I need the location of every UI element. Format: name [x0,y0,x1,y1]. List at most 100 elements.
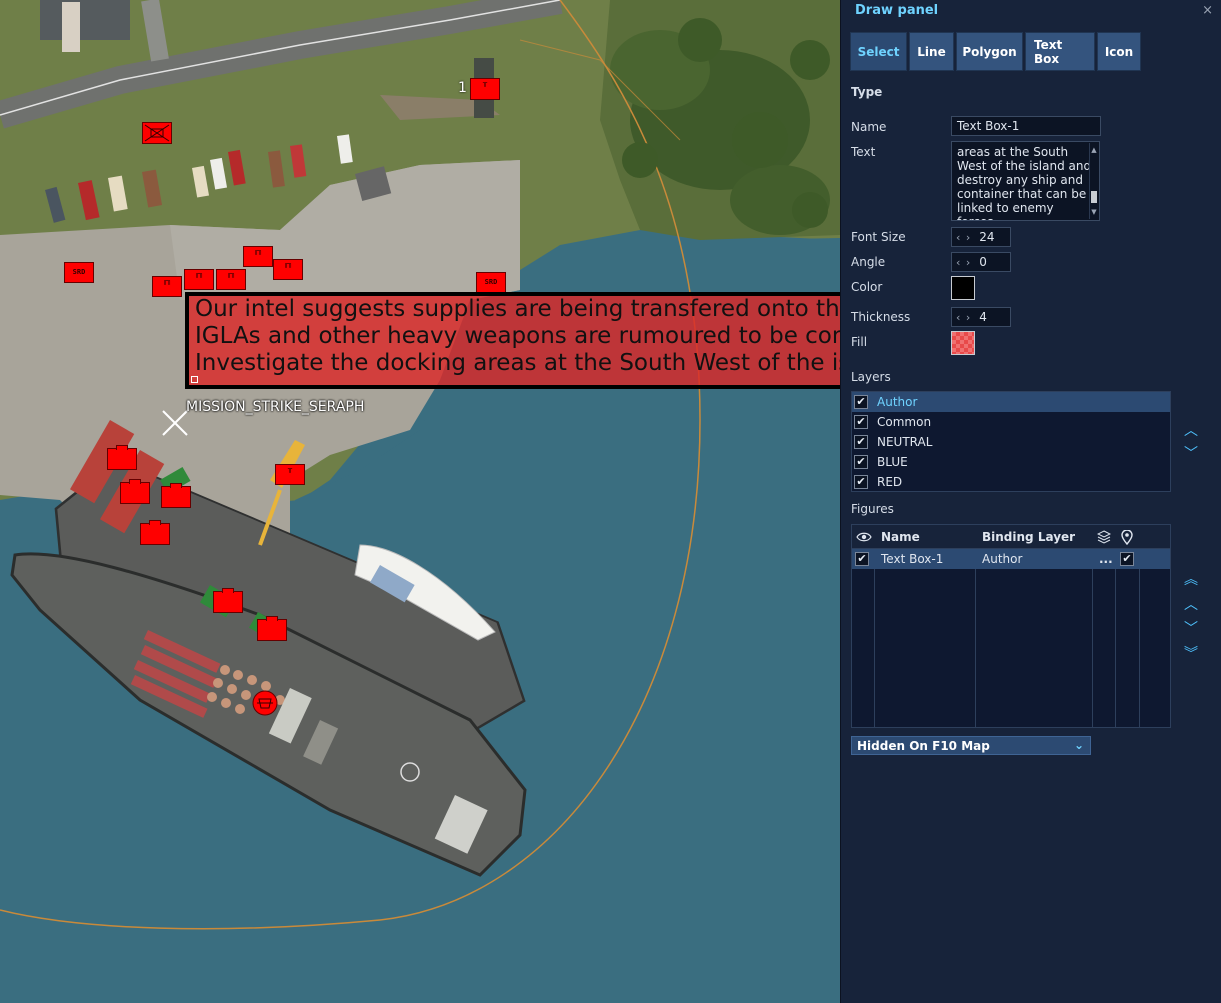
thickness-stepper[interactable]: ‹ › 4 [951,307,1011,327]
tool-tabs: Select Line Polygon Text Box Icon [850,32,1141,71]
resize-handle[interactable] [191,376,198,383]
table-row[interactable]: ✔ Text Box-1 Author ... ✔ [852,549,1170,569]
tab-select[interactable]: Select [850,32,907,71]
text-field-line: destroy any ship and [957,173,1083,187]
visibility-selected-value: Hidden On F10 Map [857,738,990,753]
text-field-line: container that can be [957,187,1087,201]
scroll-up-icon[interactable]: ▲ [1090,143,1098,157]
text-field[interactable]: areas at the South West of the island an… [951,141,1100,221]
layer-row-common[interactable]: ✔ Common [852,412,1170,432]
tab-text-box[interactable]: Text Box [1025,32,1095,71]
close-icon[interactable]: × [1202,3,1213,18]
red-unit-marker[interactable] [120,479,150,504]
panel-title: Draw panel [855,3,939,18]
layer-row-red[interactable]: ✔ RED [852,472,1170,492]
red-unit-marker[interactable]: ╓╖ [152,276,182,297]
text-box-line: IGLAs and other heavy weapons are rumour… [195,323,840,349]
color-swatch[interactable] [951,276,975,300]
layers-stack-icon[interactable] [1097,525,1111,549]
tab-polygon[interactable]: Polygon [956,32,1023,71]
layer-label: Common [877,415,932,429]
layer-row-blue[interactable]: ✔ BLUE [852,452,1170,472]
name-field[interactable]: Text Box-1 [951,116,1101,136]
checkbox-checked-icon[interactable]: ✔ [854,415,868,429]
red-unit-marker[interactable]: ╓╖ [184,269,214,290]
angle-label: Angle [851,255,886,269]
text-field-line: areas at the South [957,145,1069,159]
eye-icon[interactable] [856,525,872,549]
figure-pin-checkbox[interactable]: ✔ [1120,549,1134,569]
stepper-arrows-icon[interactable]: ‹ › [956,231,971,244]
layers-list: ✔ Author ✔ Common ✔ NEUTRAL ✔ BLUE ✔ RED [851,391,1171,492]
font-size-value: 24 [979,230,995,244]
column-header-name[interactable]: Name [881,525,920,549]
fill-label: Fill [851,335,868,349]
red-unit-marker[interactable]: ╥ [275,464,305,485]
layers-heading: Layers [851,370,891,384]
checkbox-checked-icon[interactable]: ✔ [855,552,869,566]
layer-label: BLUE [877,455,908,469]
draw-panel: Draw panel × Select Line Polygon Text Bo… [840,0,1221,1003]
red-unit-marker[interactable] [107,445,137,470]
f10-map[interactable]: ╥ 1 SRD SRD ╓╖ ╓╖ ╓╖ ╓╖ ╓╖ ╥ Our intel s… [0,0,840,1003]
text-field-line: linked to enemy forces. [957,201,1054,220]
stepper-arrows-icon[interactable]: ‹ › [956,311,971,324]
red-unit-marker[interactable] [140,520,170,545]
text-label: Text [851,145,876,159]
scroll-thumb[interactable] [1091,191,1097,203]
column-header-binding-layer[interactable]: Binding Layer [982,525,1075,549]
color-label: Color [851,280,883,294]
tab-line[interactable]: Line [909,32,954,71]
red-unit-marker[interactable] [257,616,287,641]
angle-stepper[interactable]: ‹ › 0 [951,252,1011,272]
figure-name: Text Box-1 [881,552,944,566]
red-unit-marker[interactable]: ╥ [470,78,500,100]
font-size-stepper[interactable]: ‹ › 24 [951,227,1011,247]
thickness-value: 4 [979,310,987,324]
layer-label: NEUTRAL [877,435,933,449]
layer-label: Author [877,395,918,409]
text-field-line: West of the island and [957,159,1092,173]
checkbox-checked-icon[interactable]: ✔ [854,395,868,409]
red-unit-marker[interactable]: SRD [476,272,506,293]
figures-table-header: Name Binding Layer [852,525,1170,549]
text-box-line: Investigate the docking areas at the Sou… [195,350,840,376]
red-unit-marker[interactable]: ╓╖ [243,246,273,267]
red-unit-marker[interactable] [213,588,243,613]
text-field-scrollbar[interactable]: ▲ ▼ [1089,143,1098,219]
layer-label: RED [877,475,903,489]
checkbox-checked-icon[interactable]: ✔ [854,475,868,489]
text-box-figure[interactable]: Our intel suggests supplies are being tr… [185,292,840,389]
tab-icon[interactable]: Icon [1097,32,1141,71]
type-heading: Type [851,85,883,99]
move-to-top-icon[interactable]: ︽ [1183,573,1199,587]
name-label: Name [851,120,887,134]
red-unit-marker[interactable]: SRD [64,262,94,283]
figure-more-button[interactable]: ... [1099,549,1113,569]
layer-row-neutral[interactable]: ✔ NEUTRAL [852,432,1170,452]
move-down-icon[interactable]: ﹀ [1183,622,1199,636]
figure-visible-checkbox[interactable]: ✔ [855,549,869,569]
checkbox-checked-icon[interactable]: ✔ [854,455,868,469]
fill-swatch[interactable] [951,331,975,355]
thickness-label: Thickness [851,310,911,324]
checkbox-checked-icon[interactable]: ✔ [1120,552,1134,566]
red-unit-marker[interactable] [142,122,172,144]
chevron-down-icon[interactable]: ⌄ [1074,738,1084,752]
move-to-bottom-icon[interactable]: ︾ [1183,647,1199,661]
red-unit-marker[interactable]: ╓╖ [273,259,303,280]
map-pin-icon[interactable] [1121,525,1133,549]
font-size-label: Font Size [851,230,906,244]
text-box-line: Our intel suggests supplies are being tr… [195,296,840,322]
move-up-icon[interactable]: ︿ [1183,598,1199,612]
stepper-arrows-icon[interactable]: ‹ › [956,256,971,269]
visibility-dropdown[interactable]: Hidden On F10 Map ⌄ [851,736,1091,755]
scroll-down-icon[interactable]: ▼ [1090,205,1098,219]
unit-group-number: 1 [458,80,467,96]
layer-move-up-icon[interactable]: ︿ [1183,424,1199,438]
red-unit-marker[interactable]: ╓╖ [216,269,246,290]
checkbox-checked-icon[interactable]: ✔ [854,435,868,449]
layer-move-down-icon[interactable]: ﹀ [1183,447,1199,461]
layer-row-author[interactable]: ✔ Author [852,392,1170,412]
red-unit-marker[interactable] [161,483,191,508]
